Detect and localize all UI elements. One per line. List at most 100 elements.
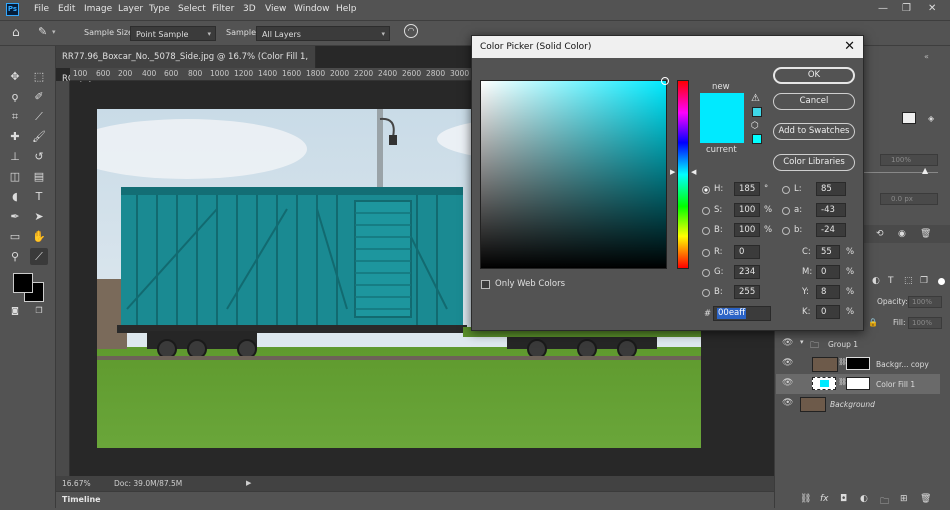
menu-help[interactable]: Help xyxy=(336,4,357,14)
link-layers-icon[interactable]: ⛓ xyxy=(800,494,811,504)
only-web-colors-checkbox[interactable] xyxy=(481,280,490,289)
web-safe-cube-icon[interactable]: ⬡ xyxy=(751,121,759,131)
document-tab[interactable]: RR77.96_Boxcar_No._5078_Side.jpg @ 16.7%… xyxy=(56,46,316,84)
vector-mask-icon[interactable]: ◈ xyxy=(928,114,934,123)
menu-filter[interactable]: Filter xyxy=(212,4,234,14)
clip-icon[interactable]: ⟲ xyxy=(876,229,884,239)
filter-shape-icon[interactable]: ⬚ xyxy=(904,276,913,286)
opacity-field[interactable]: 100% xyxy=(908,296,942,308)
chevron-down-icon[interactable]: ▾ xyxy=(800,338,804,346)
layer-row-group[interactable]: 👁 ▾ 🗀 Group 1 xyxy=(776,334,940,354)
blue-input[interactable]: 255 xyxy=(734,285,760,299)
magenta-input[interactable]: 0 xyxy=(816,265,840,279)
menu-edit[interactable]: Edit xyxy=(58,4,75,14)
hue-input[interactable]: 185 xyxy=(734,182,760,196)
move-tool-icon[interactable]: ✥ xyxy=(6,68,24,85)
color-libraries-button[interactable]: Color Libraries xyxy=(773,154,855,171)
eye-icon[interactable]: 👁 xyxy=(782,378,793,388)
fx-icon[interactable]: fx xyxy=(820,494,829,504)
menu-layer[interactable]: Layer xyxy=(118,4,143,14)
delete-layer-icon[interactable]: 🗑 xyxy=(920,494,931,504)
dialog-title-bar[interactable]: Color Picker (Solid Color) xyxy=(472,36,863,58)
type-tool-icon[interactable]: T xyxy=(30,188,48,205)
filter-smart-icon[interactable]: ❐ xyxy=(920,276,928,286)
zoom-tool-icon[interactable]: ⚲ xyxy=(6,248,24,265)
add-mask-icon[interactable]: ◘ xyxy=(840,494,847,504)
blur-tool-icon[interactable]: ◖ xyxy=(6,188,24,205)
yellow-input[interactable]: 8 xyxy=(816,285,840,299)
hex-input[interactable]: 00eaff xyxy=(713,306,771,321)
zoom-level[interactable]: 16.67% xyxy=(62,476,91,491)
gamut-color-chip[interactable] xyxy=(752,107,762,117)
gradient-tool-icon[interactable]: ▤ xyxy=(30,168,48,185)
slider-thumb-icon[interactable]: ▲ xyxy=(922,166,928,175)
hue-slider[interactable] xyxy=(677,80,689,269)
s-radio[interactable] xyxy=(702,207,710,215)
window-close-icon[interactable]: ✕ xyxy=(928,3,936,14)
screen-mode-icon[interactable]: ❐ xyxy=(30,302,48,319)
path-select-tool-icon[interactable]: ➤ xyxy=(30,208,48,225)
history-brush-icon[interactable]: ↺ xyxy=(30,148,48,165)
fill-field[interactable]: 100% xyxy=(908,317,942,329)
new-layer-icon[interactable]: ⊞ xyxy=(900,494,908,504)
brightness-input[interactable]: 100 xyxy=(734,223,760,237)
r-radio[interactable] xyxy=(702,249,710,257)
menu-window[interactable]: Window xyxy=(294,4,330,14)
quick-mask-icon[interactable]: ◙ xyxy=(6,302,24,319)
cyan-input[interactable]: 55 xyxy=(816,245,840,259)
clone-stamp-icon[interactable]: ⊥ xyxy=(6,148,24,165)
ok-button[interactable]: OK xyxy=(773,67,855,84)
mask-icon[interactable] xyxy=(902,112,916,124)
blue-radio[interactable] xyxy=(702,289,710,297)
eye-icon[interactable]: 👁 xyxy=(782,358,793,368)
out-of-gamut-warning-icon[interactable]: ⚠ xyxy=(751,93,760,104)
healing-brush-icon[interactable]: ✚ xyxy=(6,128,24,145)
filter-type-icon[interactable]: T xyxy=(888,276,894,286)
pen-tool-icon[interactable]: ✒ xyxy=(6,208,24,225)
saturation-input[interactable]: 100 xyxy=(734,203,760,217)
sample-size-select[interactable]: Point Sample ▾ xyxy=(130,26,216,41)
sampling-ring-icon[interactable]: ◠ xyxy=(404,24,418,38)
eraser-tool-icon[interactable]: ◫ xyxy=(6,168,24,185)
lab-b-input[interactable]: -24 xyxy=(816,223,846,237)
lightness-input[interactable]: 85 xyxy=(816,182,846,196)
close-icon[interactable]: ✕ xyxy=(844,36,855,58)
trash-icon[interactable]: 🗑 xyxy=(920,229,931,239)
h-radio[interactable] xyxy=(702,186,710,194)
a-radio[interactable] xyxy=(782,207,790,215)
layer-row-background-copy[interactable]: 👁 ⛓ Backgr... copy xyxy=(776,354,940,374)
menu-3d[interactable]: 3D xyxy=(243,4,256,14)
web-safe-color-chip[interactable] xyxy=(752,134,762,144)
g-radio[interactable] xyxy=(702,269,710,277)
current-color-swatch[interactable] xyxy=(700,119,744,143)
foreground-color-swatch[interactable] xyxy=(13,273,33,293)
menu-file[interactable]: File xyxy=(34,4,49,14)
filter-toggle-icon[interactable] xyxy=(938,278,945,285)
eye-icon[interactable]: 👁 xyxy=(782,398,793,408)
status-menu-arrow-icon[interactable]: ▶ xyxy=(246,476,251,491)
color-field-cursor[interactable] xyxy=(661,77,669,85)
new-adjustment-icon[interactable]: ◐ xyxy=(860,494,868,504)
lock-icon[interactable]: 🔒 xyxy=(868,318,878,327)
color-field[interactable] xyxy=(480,77,669,269)
green-input[interactable]: 234 xyxy=(734,265,760,279)
l-radio[interactable] xyxy=(782,186,790,194)
quick-select-tool-icon[interactable]: ✐ xyxy=(30,88,48,105)
red-input[interactable]: 0 xyxy=(734,245,760,259)
brush-tool-icon[interactable]: 🖌 xyxy=(30,128,48,145)
eyedropper-icon[interactable]: ⟋ xyxy=(30,108,48,125)
black-input[interactable]: 0 xyxy=(816,305,840,319)
minimize-icon[interactable]: — xyxy=(878,3,888,14)
marquee-tool-icon[interactable]: ⬚ xyxy=(30,68,48,85)
hand-tool-icon[interactable]: ✋ xyxy=(30,228,48,245)
crop-tool-icon[interactable]: ⌗ xyxy=(6,108,24,125)
timeline-panel-tab[interactable]: Timeline xyxy=(56,491,774,508)
a-input[interactable]: -43 xyxy=(816,203,846,217)
rectangle-tool-icon[interactable]: ▭ xyxy=(6,228,24,245)
density-field[interactable]: 100% xyxy=(880,154,938,166)
eyedropper-tool-icon[interactable]: ✎ xyxy=(38,25,47,38)
layer-row-color-fill[interactable]: 👁 ⛓ Color Fill 1 xyxy=(776,374,940,394)
eyedropper-active-icon[interactable]: ⟋ xyxy=(30,248,48,265)
cancel-button[interactable]: Cancel xyxy=(773,93,855,110)
restore-icon[interactable]: ❐ xyxy=(902,3,911,14)
